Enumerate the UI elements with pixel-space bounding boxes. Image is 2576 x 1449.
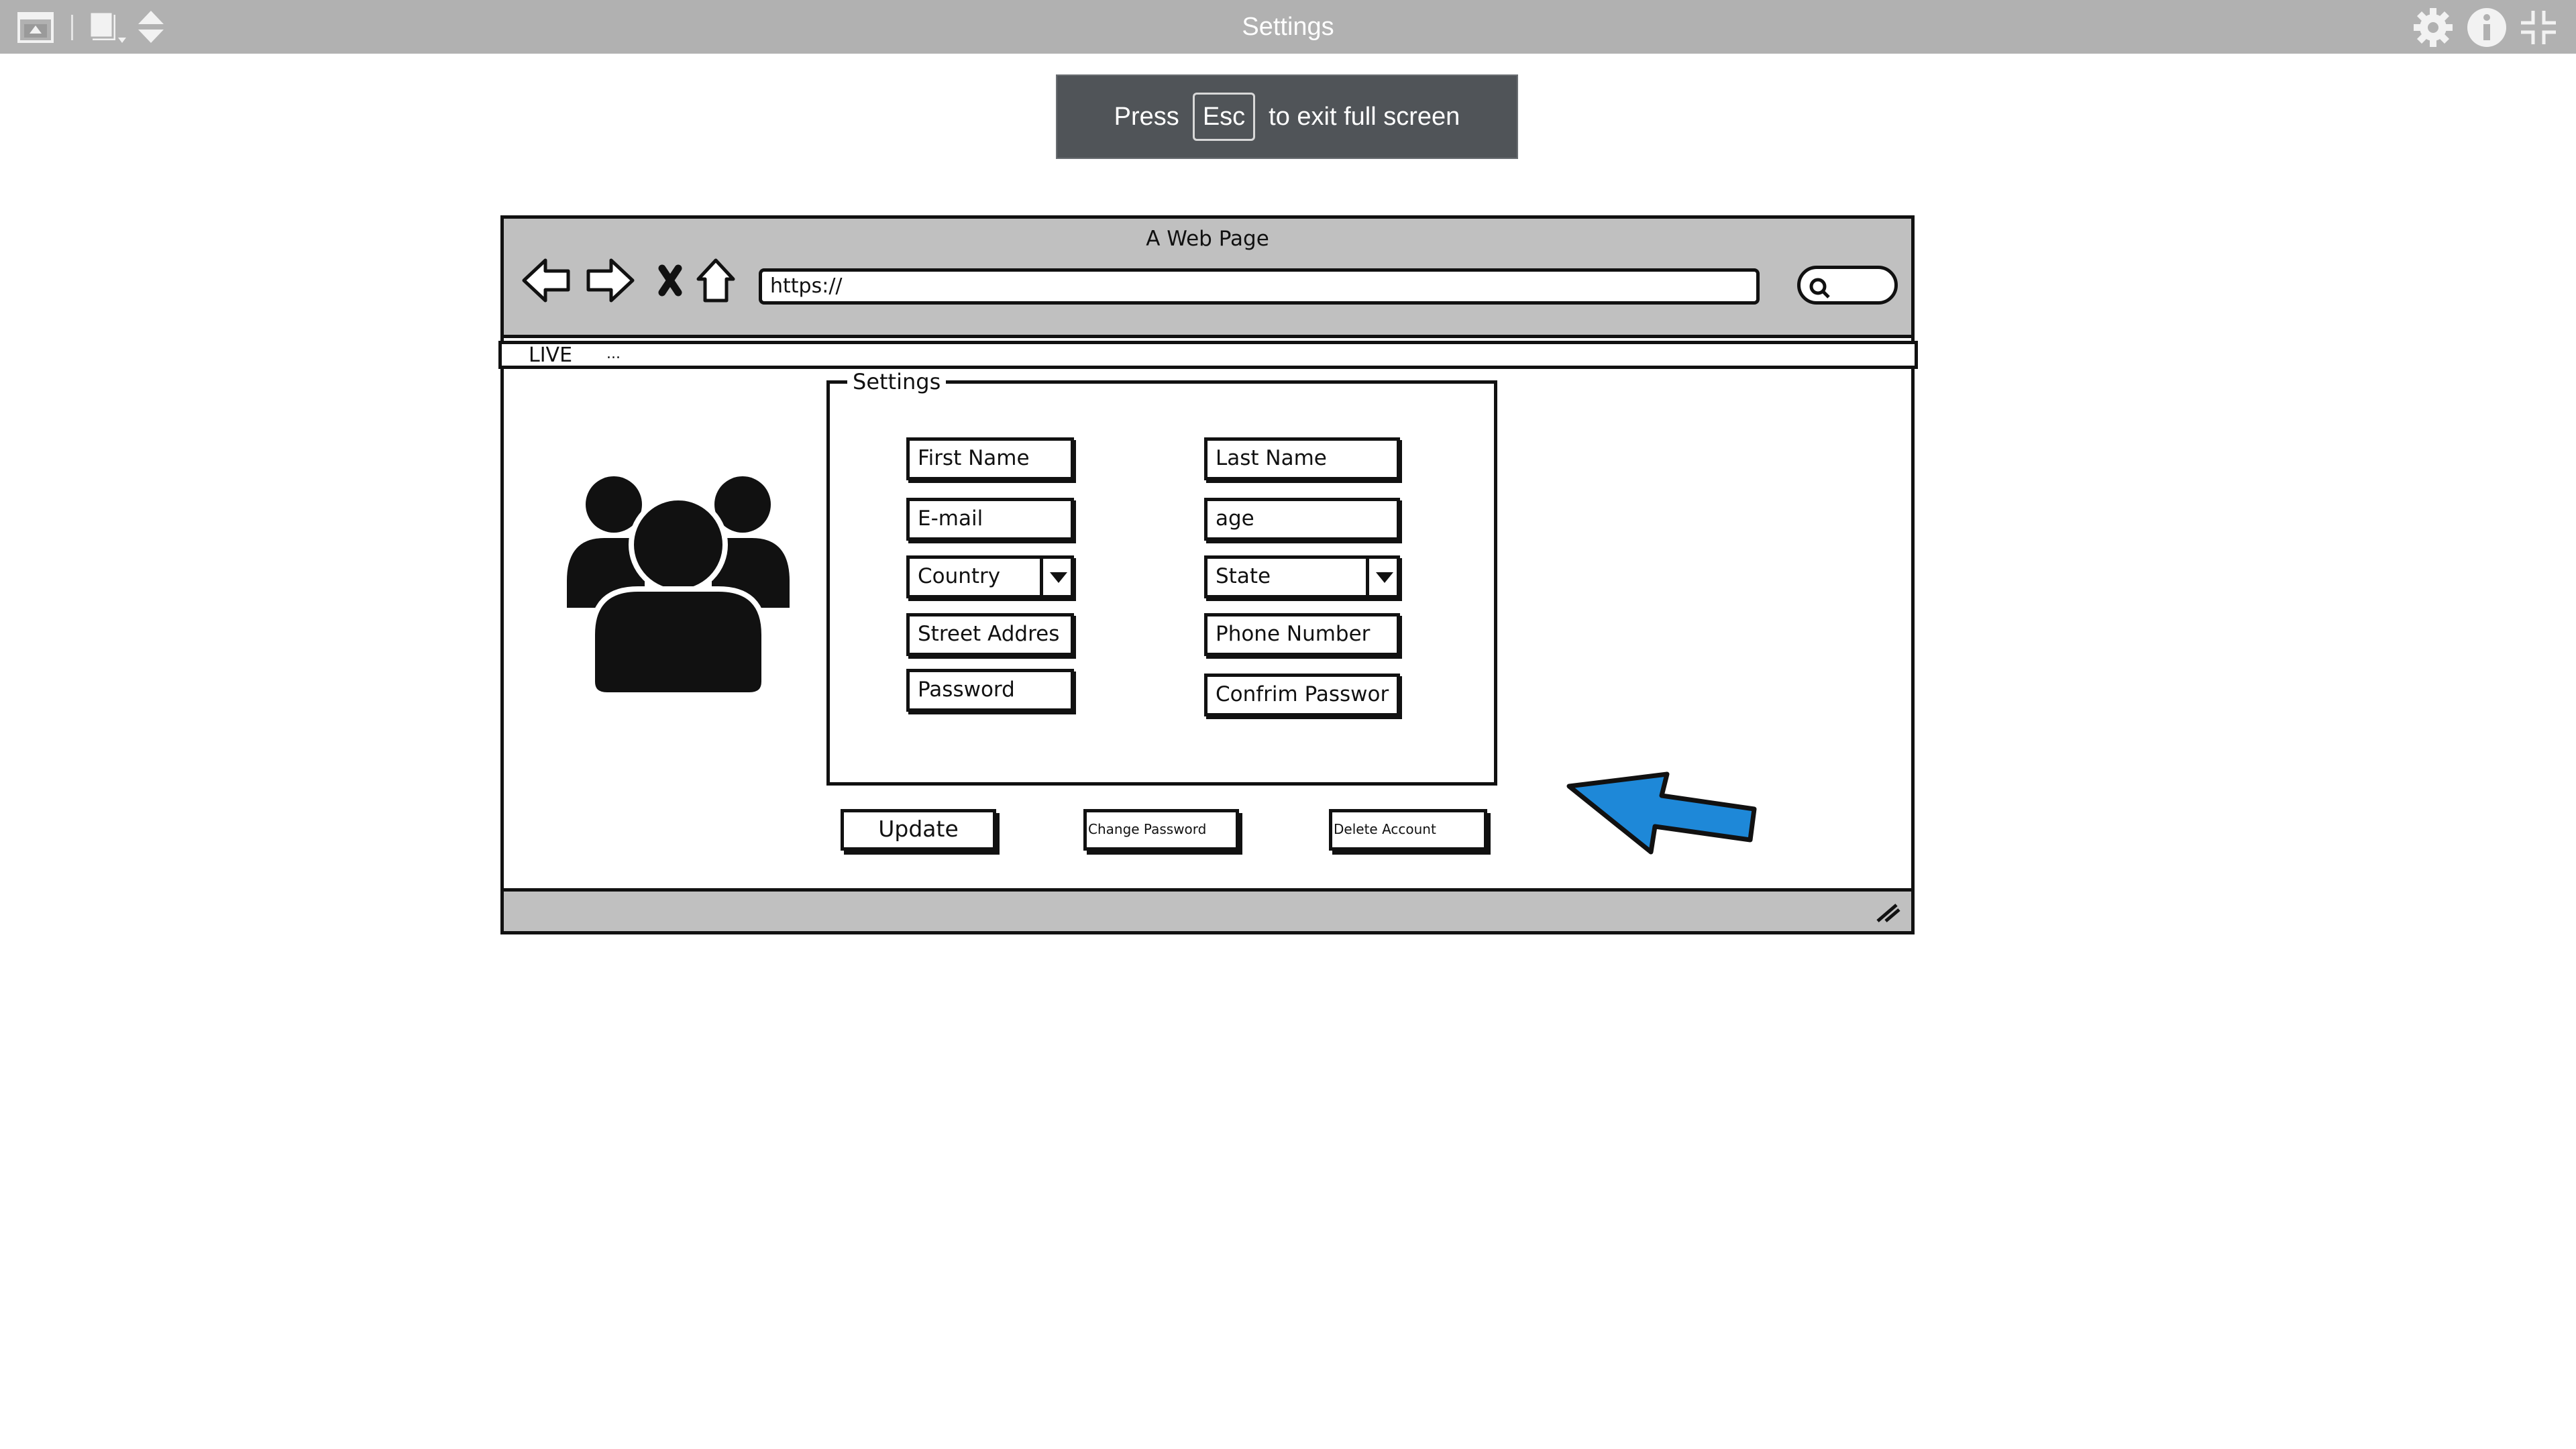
state-select-label: State — [1216, 564, 1271, 588]
tab-live[interactable]: LIVE — [529, 344, 572, 367]
nav-icons — [521, 255, 749, 314]
browser-status-bar — [504, 888, 1911, 931]
forward-arrow-icon — [586, 258, 635, 303]
back-arrow-icon — [522, 258, 570, 303]
toast-prefix: Press — [1114, 102, 1179, 131]
blue-arrow-icon — [1564, 769, 1765, 865]
confirm-password-field[interactable]: Confrim Passwor — [1204, 674, 1400, 716]
browser-mockup: A Web Page https:// LIVE ... Settings Fi… — [498, 215, 1918, 934]
settings-legend: Settings — [847, 369, 947, 394]
country-select[interactable]: Country — [906, 555, 1074, 598]
tab-more[interactable]: ... — [606, 344, 621, 364]
delete-account-button[interactable]: Delete Account — [1329, 809, 1487, 851]
email-field[interactable]: E-mail — [906, 498, 1074, 541]
browser-chrome: A Web Page https:// — [504, 219, 1911, 338]
search-icon — [1809, 278, 1830, 299]
app-title: Settings — [1242, 13, 1334, 41]
age-field[interactable]: age — [1204, 498, 1400, 541]
password-field[interactable]: Password — [906, 669, 1074, 712]
exit-fullscreen-icon[interactable] — [2520, 9, 2557, 48]
users-icon — [564, 474, 792, 704]
url-bar[interactable]: https:// — [759, 268, 1760, 305]
fullscreen-toast: Press Esc to exit full screen — [1056, 74, 1518, 159]
app-top-bar: Settings — [0, 0, 2576, 54]
toast-suffix: to exit full screen — [1269, 102, 1460, 131]
info-icon[interactable] — [2466, 7, 2508, 51]
update-button[interactable]: Update — [841, 809, 996, 851]
country-select-label: Country — [918, 564, 1001, 588]
street-address-field[interactable]: Street Addres — [906, 613, 1074, 656]
change-password-button[interactable]: Change Password — [1083, 809, 1239, 851]
settings-group: Settings First Name Last Name E-mail age… — [826, 369, 1497, 786]
chevron-down-icon[interactable] — [1366, 559, 1397, 595]
phone-number-field[interactable]: Phone Number — [1204, 613, 1400, 656]
chevron-down-icon[interactable] — [1040, 559, 1071, 595]
gear-icon[interactable] — [2412, 7, 2454, 51]
browser-search-button[interactable] — [1797, 266, 1898, 305]
last-name-field[interactable]: Last Name — [1204, 437, 1400, 480]
first-name-field[interactable]: First Name — [906, 437, 1074, 480]
stop-icon — [658, 264, 682, 297]
page-title: A Web Page — [1146, 227, 1269, 251]
tab-strip: LIVE ... — [498, 341, 1918, 369]
resize-grip-icon[interactable] — [1874, 901, 1900, 926]
home-icon — [696, 258, 735, 303]
state-select[interactable]: State — [1204, 555, 1400, 598]
esc-key-badge: Esc — [1192, 93, 1256, 141]
